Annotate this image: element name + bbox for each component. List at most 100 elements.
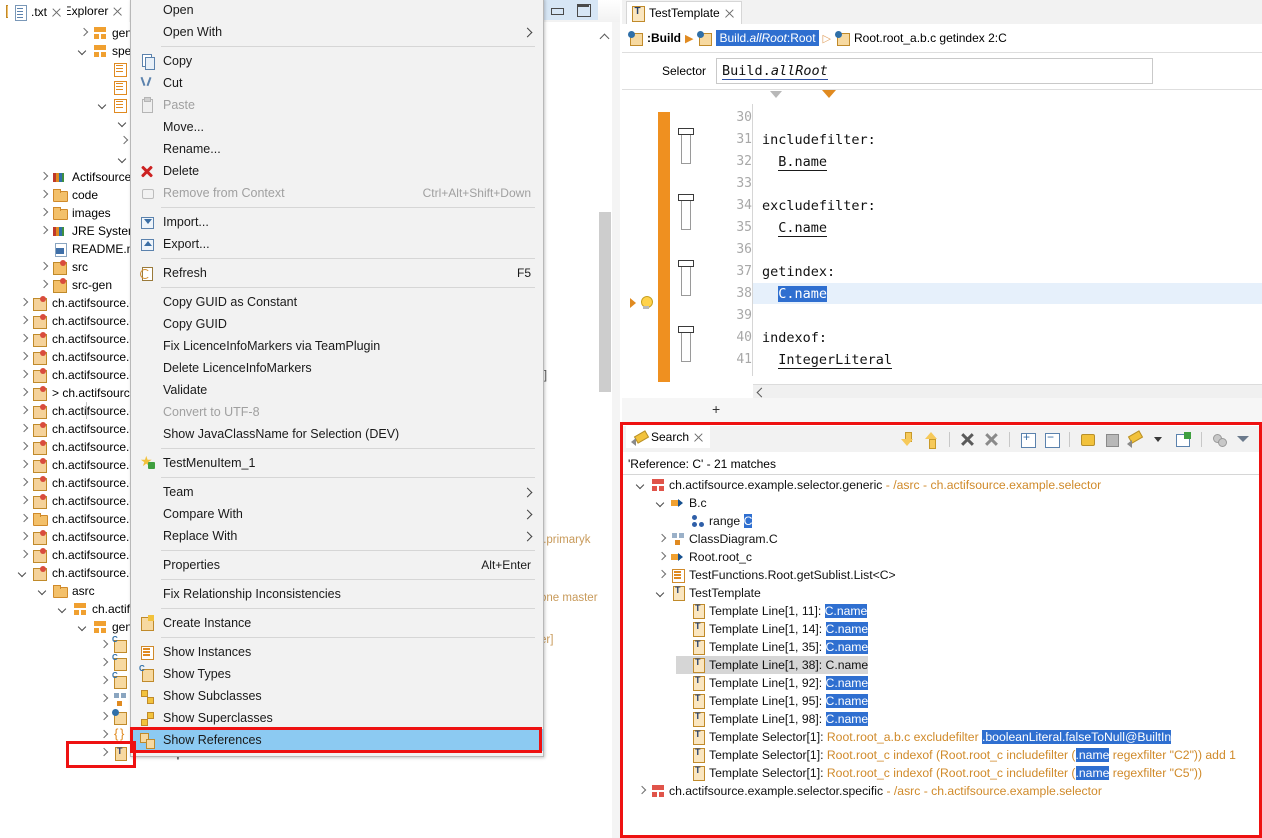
menu-item-copy-guid-as-constant[interactable]: Copy GUID as Constant [131, 291, 543, 313]
menu-item-fix-relationship-inconsistencies[interactable]: Fix Relationship Inconsistencies [131, 583, 543, 605]
menu-item-copy-guid[interactable]: Copy GUID [131, 313, 543, 335]
chevron-right-icon[interactable] [18, 496, 29, 507]
menu-item-testmenuitem-1[interactable]: TestMenuItem_1 [131, 452, 543, 474]
menu-item-compare-with[interactable]: Compare With [131, 503, 543, 525]
breadcrumb-root[interactable]: :Build [647, 31, 681, 45]
chevron-right-icon[interactable] [18, 370, 29, 381]
menu-item-export[interactable]: Export... [131, 233, 543, 255]
code-line[interactable]: IntegerLiteral [762, 352, 892, 368]
tree-item[interactable]: ch.actifsource.ex [18, 330, 142, 348]
chevron-down-icon[interactable] [78, 622, 89, 633]
search-result-row[interactable]: Template Selector[1]: Root.root_c indexo… [676, 746, 1236, 764]
chevron-down-icon[interactable] [118, 118, 129, 129]
search-result-row[interactable]: Template Line[1, 92]: C.name [676, 674, 868, 692]
tree-item[interactable]: code [38, 186, 98, 204]
chevron-right-icon[interactable] [636, 786, 647, 797]
search-result-row[interactable]: Template Line[1, 14]: C.name [676, 620, 868, 638]
chevron-down-icon[interactable] [118, 154, 129, 165]
tree-item[interactable]: README.md [38, 240, 143, 258]
selector-input[interactable]: Build.allRoot [716, 58, 1153, 84]
tree-item[interactable]: src-gen [38, 276, 112, 294]
search-result-row[interactable]: TestTemplate [656, 584, 761, 602]
tree-item[interactable]: ch.actifsource.ex [18, 312, 142, 330]
tree-item[interactable]: ch.actifsource.ex [18, 546, 142, 564]
annotation-marker-icon[interactable] [678, 194, 692, 230]
view-layout-icon[interactable] [1211, 431, 1228, 448]
chevron-down-icon[interactable] [78, 46, 89, 57]
menu-item-show-types[interactable]: Show Types [131, 663, 543, 685]
code-line[interactable]: excludefilter: [762, 198, 876, 214]
search-result-row[interactable]: Template Line[1, 11]: C.name [676, 602, 867, 620]
close-icon[interactable] [693, 432, 704, 443]
chevron-right-icon[interactable] [18, 478, 29, 489]
chevron-right-icon[interactable] [38, 280, 49, 291]
search-result-row[interactable]: Template Line[1, 98]: C.name [676, 710, 868, 728]
code-line[interactable]: includefilter: [762, 132, 876, 148]
show-next-match-icon[interactable] [899, 431, 916, 448]
menu-item-show-references[interactable]: Show References [131, 729, 543, 751]
menu-item-show-instances[interactable]: Show Instances [131, 641, 543, 663]
menu-item-show-superclasses[interactable]: Show Superclasses [131, 707, 543, 729]
search-results-tree[interactable]: ch.actifsource.example.selector.generic … [622, 476, 1260, 832]
chevron-right-icon[interactable] [118, 136, 129, 147]
menu-item-rename[interactable]: Rename... [131, 138, 543, 160]
tree-item[interactable]: src [38, 258, 88, 276]
chevron-down-icon[interactable] [636, 480, 647, 491]
chevron-right-icon[interactable] [18, 406, 29, 417]
tab-testtemplate[interactable]: TestTemplate [626, 1, 742, 25]
code-line[interactable]: C.name [762, 220, 827, 236]
code-line[interactable]: indexof: [762, 330, 827, 346]
chevron-right-icon[interactable] [18, 424, 29, 435]
search-result-row[interactable]: Template Line[1, 95]: C.name [676, 692, 868, 710]
menu-item-replace-with[interactable]: Replace With [131, 525, 543, 547]
tab-search[interactable]: Search [626, 426, 710, 448]
previous-searches-icon[interactable] [1127, 431, 1144, 448]
search-result-row[interactable]: ch.actifsource.example.selector.specific… [636, 782, 1102, 800]
chevron-right-icon[interactable] [18, 442, 29, 453]
tree-item[interactable]: ch.actifsource.ex [18, 294, 142, 312]
annotation-marker-icon[interactable] [678, 326, 692, 362]
menu-item-import[interactable]: Import... [131, 211, 543, 233]
chevron-right-icon[interactable] [98, 676, 109, 687]
tree-item[interactable]: > ch.actifsource.e [18, 384, 146, 402]
chevron-right-icon[interactable] [98, 730, 109, 741]
search-result-row[interactable]: B.c [656, 494, 707, 512]
search-result-row[interactable]: range C [676, 512, 752, 530]
tree-item[interactable]: ch.actifsource.ex [18, 420, 142, 438]
chevron-right-icon[interactable] [38, 172, 49, 183]
chevron-right-icon[interactable] [18, 316, 29, 327]
editor-horizontal-scrollbar[interactable] [753, 384, 1262, 399]
cancel-search-icon[interactable] [1103, 431, 1120, 448]
annotation-marker-icon[interactable] [678, 128, 692, 164]
tree-item[interactable]: images [38, 204, 111, 222]
tree-item[interactable]: ch.actifsource.ex [18, 510, 142, 528]
code-area[interactable]: 3031includefilter:32 B.name3334excludefi… [622, 104, 1262, 384]
chevron-down-icon[interactable] [656, 588, 667, 599]
chevron-down-icon[interactable] [18, 568, 29, 579]
menu-item-copy[interactable]: Copy [131, 50, 543, 72]
chevron-down-icon[interactable] [98, 100, 109, 111]
search-result-row[interactable]: Root.root_c [656, 548, 752, 566]
chevron-right-icon[interactable] [98, 712, 109, 723]
add-tab-button[interactable]: + [712, 401, 720, 417]
search-result-row[interactable]: ch.actifsource.example.selector.generic … [636, 476, 1101, 494]
search-result-row[interactable]: Template Line[1, 35]: C.name [676, 638, 868, 656]
tree-item[interactable]: ch.actifsource.ex [18, 492, 142, 510]
chevron-right-icon[interactable] [18, 514, 29, 525]
chevron-right-icon[interactable] [656, 570, 667, 581]
menu-item-cut[interactable]: Cut [131, 72, 543, 94]
search-result-row[interactable]: ClassDiagram.C [656, 530, 778, 548]
menu-item-move[interactable]: Move... [131, 116, 543, 138]
code-line[interactable]: getindex: [762, 264, 835, 280]
context-menu[interactable]: OpenOpen WithCopyCutPasteMove...Rename..… [130, 0, 544, 757]
tree-item[interactable]: ch.actifsource.ex [18, 564, 142, 582]
code-line[interactable]: C.name [762, 286, 827, 302]
close-icon[interactable] [51, 7, 62, 18]
tree-item[interactable]: ch.actifsource.ex [18, 438, 142, 456]
tree-item[interactable]: asrc [38, 582, 95, 600]
breadcrumb-last[interactable]: Root.root_a.b.c getindex 2:C [854, 31, 1007, 45]
menu-item-delete-licenceinfomarkers[interactable]: Delete LicenceInfoMarkers [131, 357, 543, 379]
close-icon[interactable] [724, 8, 735, 19]
chevron-down-icon[interactable] [656, 498, 667, 509]
collapse-all-icon[interactable] [1043, 431, 1060, 448]
